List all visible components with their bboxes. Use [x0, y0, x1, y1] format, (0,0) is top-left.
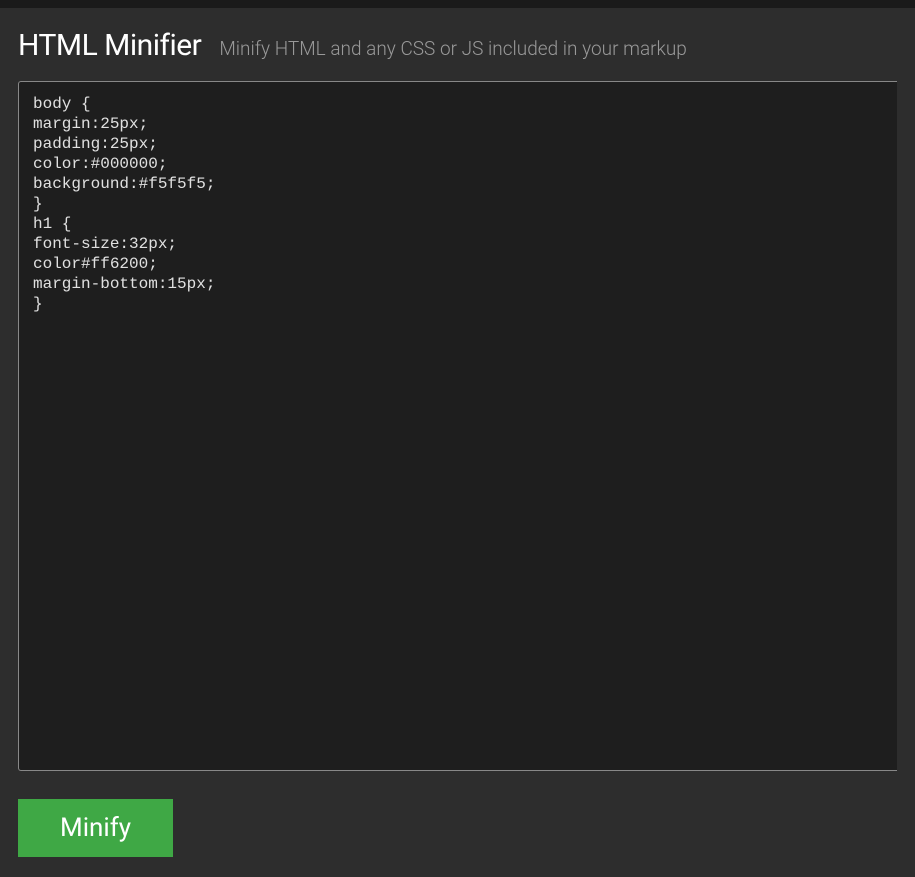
main-container: HTML Minifier Minify HTML and any CSS or…	[0, 8, 915, 877]
header: HTML Minifier Minify HTML and any CSS or…	[18, 28, 897, 63]
code-input[interactable]	[33, 94, 883, 758]
page-subtitle: Minify HTML and any CSS or JS included i…	[219, 37, 687, 60]
editor-container	[18, 81, 897, 771]
minify-button[interactable]: Minify	[18, 799, 173, 857]
page-title: HTML Minifier	[18, 28, 201, 63]
top-bar	[0, 0, 915, 8]
action-row: Minify	[18, 799, 897, 857]
